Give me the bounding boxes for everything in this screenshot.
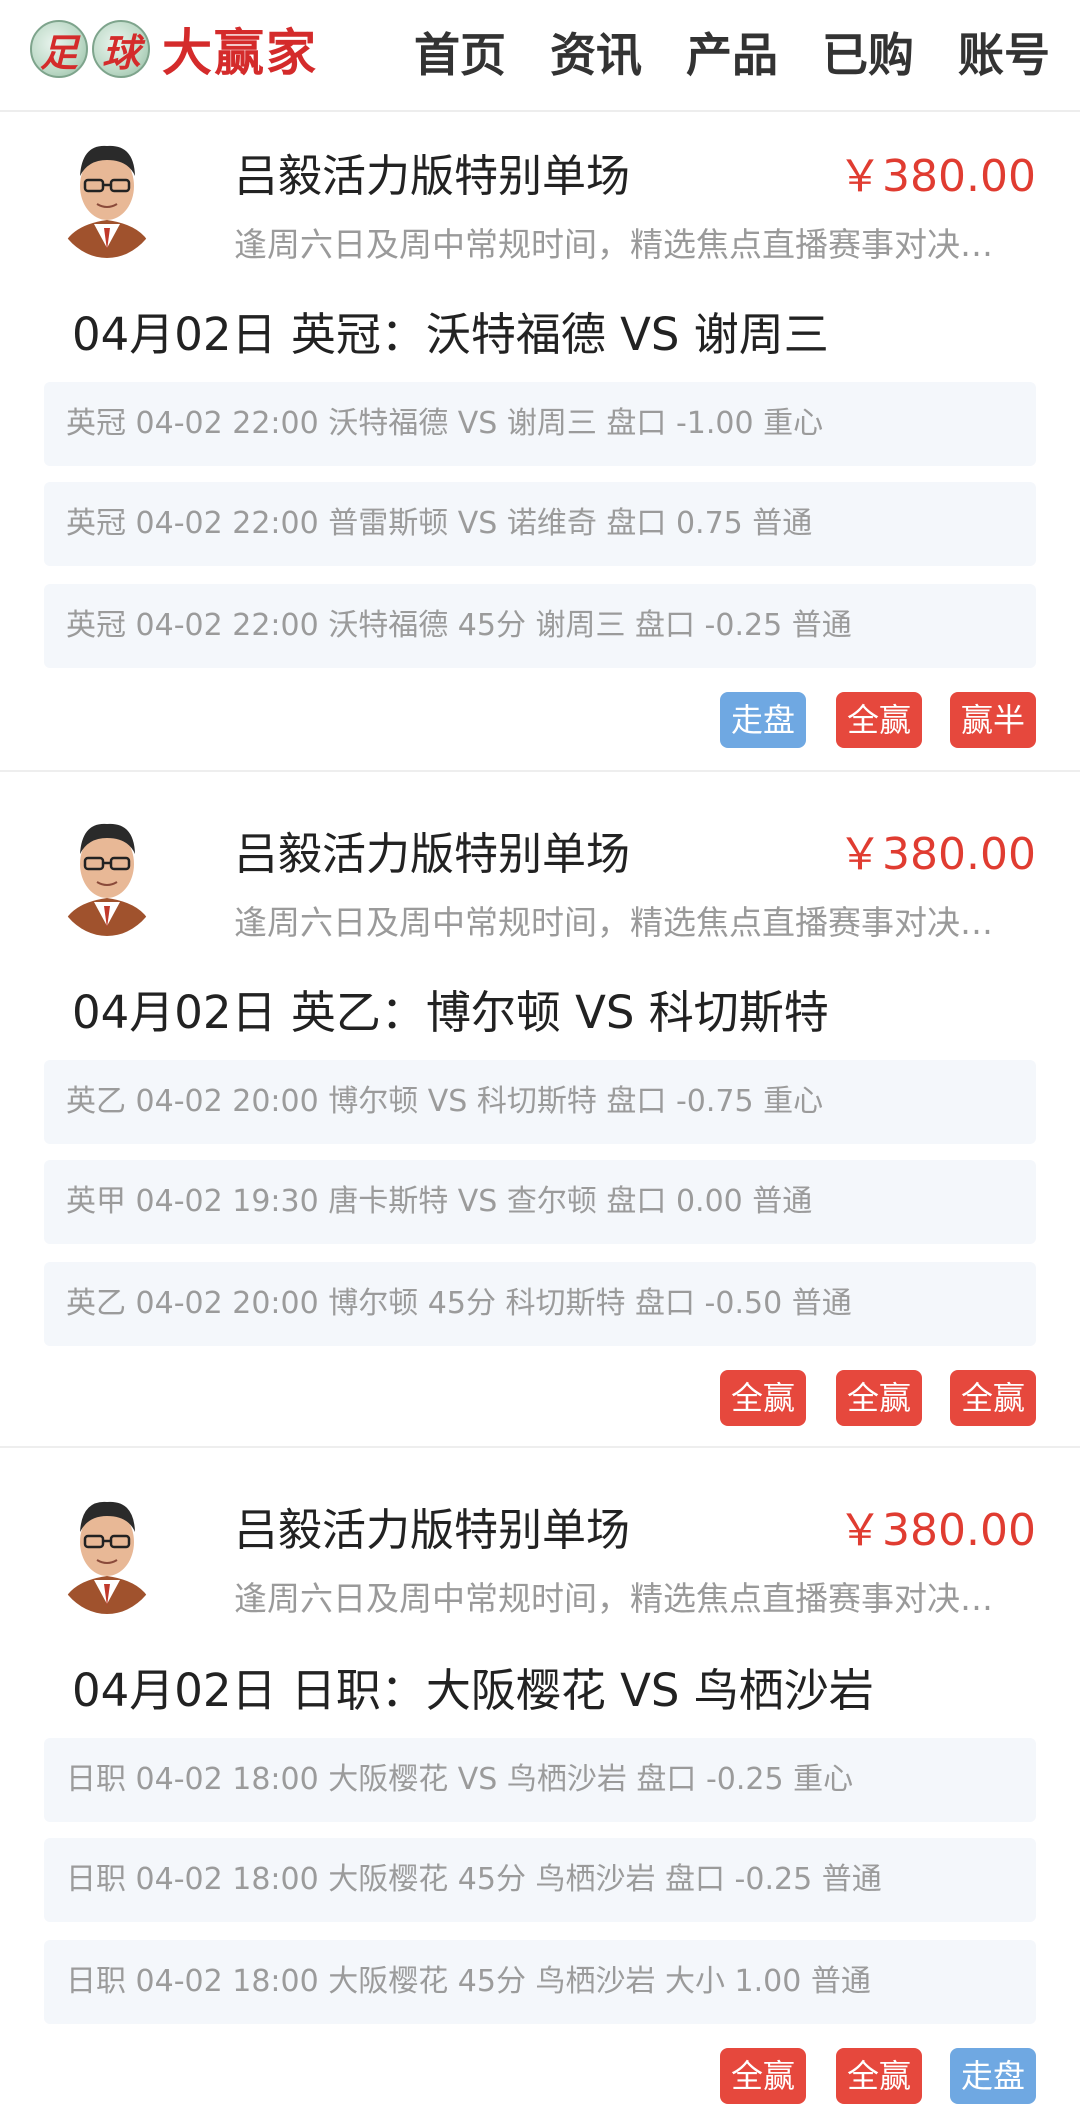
pick-row: 日职 04-02 18:00 大阪樱花 45分 鸟栖沙岩 大小 1.00 普通 xyxy=(44,1940,1036,2024)
expert-avatar xyxy=(52,128,162,258)
nav-purchased[interactable]: 已购 xyxy=(822,19,914,85)
product-title[interactable]: 吕毅活力版特别单场 xyxy=(234,140,630,204)
pick-row: 英乙 04-02 20:00 博尔顿 45分 科切斯特 盘口 -0.50 普通 xyxy=(44,1262,1036,1346)
expert-avatar xyxy=(52,806,162,936)
pick-row: 英冠 04-02 22:00 沃特福德 VS 谢周三 盘口 -1.00 重心 xyxy=(44,382,1036,466)
nav-products[interactable]: 产品 xyxy=(686,19,778,85)
main-nav: 首页 资讯 产品 已购 账号 xyxy=(370,0,1050,104)
match-title: 04月02日 日职：大阪樱花 VS 鸟栖沙岩 xyxy=(72,1664,874,1717)
result-badge: 全赢 xyxy=(836,1370,922,1426)
product-price: ￥380.00 xyxy=(838,1505,1036,1556)
site-logo[interactable]: 足 球 大赢家 xyxy=(30,14,318,84)
result-badge: 全赢 xyxy=(720,1370,806,1426)
product-description: 逢周六日及周中常规时间，精选焦点直播赛事对决… xyxy=(234,225,993,264)
nav-home[interactable]: 首页 xyxy=(414,19,506,85)
card-divider xyxy=(0,1446,1080,1448)
product-price: ￥380.00 xyxy=(838,151,1036,202)
pick-row: 英冠 04-02 22:00 普雷斯顿 VS 诺维奇 盘口 0.75 普通 xyxy=(44,482,1036,566)
product-description: 逢周六日及周中常规时间，精选焦点直播赛事对决… xyxy=(234,903,993,942)
result-badge: 全赢 xyxy=(950,1370,1036,1426)
product-title[interactable]: 吕毅活力版特别单场 xyxy=(234,818,630,882)
nav-news[interactable]: 资讯 xyxy=(550,19,642,85)
product-price: ￥380.00 xyxy=(838,829,1036,880)
product-title[interactable]: 吕毅活力版特别单场 xyxy=(234,1494,630,1558)
pick-row: 英冠 04-02 22:00 沃特福德 45分 谢周三 盘口 -0.25 普通 xyxy=(44,584,1036,668)
result-badge: 全赢 xyxy=(720,2048,806,2104)
pick-row: 日职 04-02 18:00 大阪樱花 45分 鸟栖沙岩 盘口 -0.25 普通 xyxy=(44,1838,1036,1922)
match-title: 04月02日 英冠：沃特福德 VS 谢周三 xyxy=(72,308,829,361)
logo-ball-1: 足 xyxy=(30,20,88,78)
result-badge: 走盘 xyxy=(720,692,806,748)
top-header: 足 球 大赢家 首页 资讯 产品 已购 账号 xyxy=(0,0,1080,112)
match-title: 04月02日 英乙：博尔顿 VS 科切斯特 xyxy=(72,986,829,1039)
product-description: 逢周六日及周中常规时间，精选焦点直播赛事对决… xyxy=(234,1579,993,1618)
pick-row: 英乙 04-02 20:00 博尔顿 VS 科切斯特 盘口 -0.75 重心 xyxy=(44,1060,1036,1144)
result-badge: 赢半 xyxy=(950,692,1036,748)
expert-avatar xyxy=(52,1484,162,1614)
logo-text: 大赢家 xyxy=(162,23,318,82)
card-divider xyxy=(0,770,1080,772)
result-badge: 全赢 xyxy=(836,692,922,748)
pick-row: 日职 04-02 18:00 大阪樱花 VS 鸟栖沙岩 盘口 -0.25 重心 xyxy=(44,1738,1036,1822)
result-badge: 走盘 xyxy=(950,2048,1036,2104)
logo-ball-2: 球 xyxy=(92,20,150,78)
result-badge: 全赢 xyxy=(836,2048,922,2104)
pick-row: 英甲 04-02 19:30 唐卡斯特 VS 查尔顿 盘口 0.00 普通 xyxy=(44,1160,1036,1244)
nav-account[interactable]: 账号 xyxy=(958,19,1050,85)
